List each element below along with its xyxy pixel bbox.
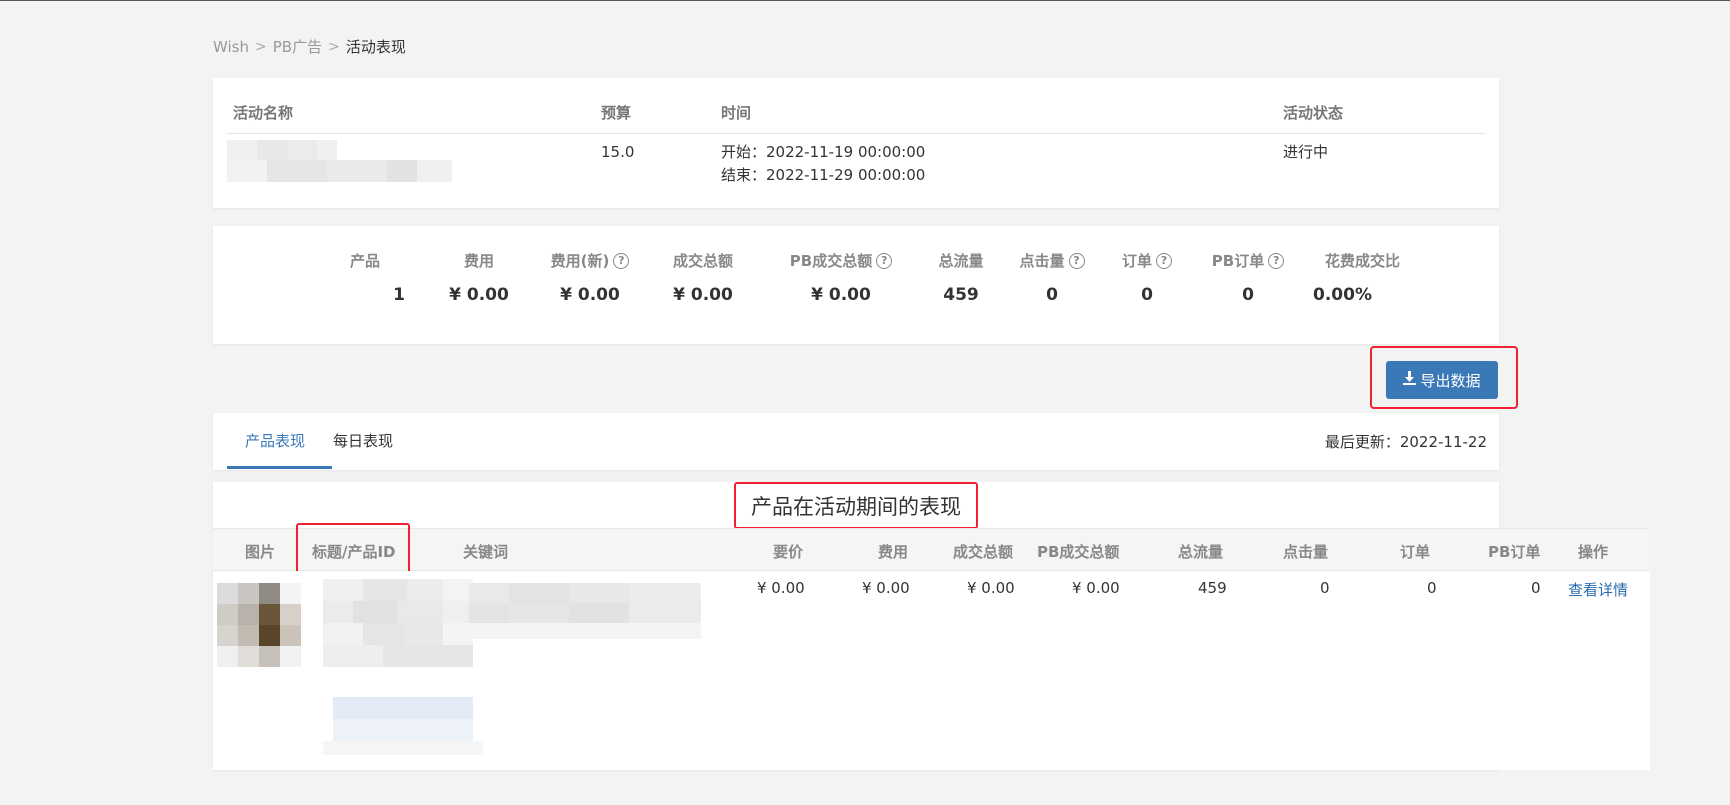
summary-traffic: 总流量 459 [921, 250, 1001, 305]
th-keywords: 关键词 [463, 543, 509, 561]
summary-pb-gmv: PB成交总额? ¥ 0.00 [771, 250, 911, 305]
help-icon[interactable]: ? [1068, 252, 1085, 269]
summary-label: PB订单 [1211, 252, 1265, 270]
campaign-start-time: 开始：2022-11-19 00:00:00 [721, 143, 926, 161]
summary-clicks: 点击量? 0 [1007, 250, 1097, 305]
summary-value: ¥ 0.00 [673, 285, 733, 305]
tab-daily-performance[interactable]: 每日表现 [333, 430, 393, 451]
summary-value: 0 [1046, 285, 1058, 305]
tabs-bar: 产品表现 每日表现 最后更新：2022-11-22 [213, 413, 1499, 470]
summary-label: 点击量 [1019, 252, 1065, 270]
divider [227, 133, 1485, 134]
summary-cost-new: 费用(新)? ¥ 0.00 [535, 250, 645, 305]
summary-label: 订单 [1121, 252, 1152, 270]
td-clicks: 0 [1320, 579, 1330, 597]
header-budget: 预算 [601, 104, 632, 122]
header-campaign-name: 活动名称 [233, 104, 294, 122]
highlight-box [296, 523, 410, 575]
summary-label: 产品 [349, 252, 380, 270]
view-details-link[interactable]: 查看详情 [1568, 579, 1628, 600]
th-cost: 费用 [878, 543, 909, 561]
campaign-info-card: 活动名称 预算 时间 活动状态 15.0 开始：2022-11-19 00:00… [213, 78, 1499, 208]
download-icon [1403, 371, 1417, 389]
summary-gmv: 成交总额 ¥ 0.00 [653, 250, 753, 305]
export-data-button[interactable]: 导出数据 [1386, 361, 1498, 399]
breadcrumb-separator: > [328, 38, 340, 55]
product-title-redacted [323, 579, 483, 769]
summary-value: 459 [943, 285, 979, 305]
help-icon[interactable]: ? [1268, 252, 1285, 269]
summary-value: 0 [1242, 285, 1254, 305]
keywords-redacted [469, 583, 701, 643]
summary-cost: 费用 ¥ 0.00 [429, 250, 529, 305]
last-update-text: 最后更新：2022-11-22 [1324, 433, 1487, 451]
td-cost: ¥ 0.00 [862, 579, 910, 597]
summary-label: 费用 [463, 252, 494, 270]
th-pb-orders: PB订单 [1488, 543, 1541, 561]
td-gmv: ¥ 0.00 [967, 579, 1015, 597]
th-image: 图片 [245, 543, 276, 561]
summary-value: ¥ 0.00 [560, 285, 620, 305]
active-tab-indicator [227, 466, 332, 469]
summary-value: 1 [393, 285, 405, 305]
summary-card: 产品 1 费用 ¥ 0.00 费用(新)? ¥ 0.00 成交总额 ¥ 0.00… [213, 226, 1499, 344]
th-action: 操作 [1578, 543, 1609, 561]
breadcrumb: Wish > PB广告 > 活动表现 [213, 36, 406, 57]
th-clicks: 点击量 [1283, 543, 1329, 561]
summary-label: 总流量 [938, 252, 984, 270]
breadcrumb-pb-ads[interactable]: PB广告 [273, 36, 322, 57]
table-row: ¥ 0.00 ¥ 0.00 ¥ 0.00 ¥ 0.00 459 0 0 0 查看… [213, 571, 1650, 770]
summary-pb-orders: PB订单? 0 [1198, 250, 1298, 305]
th-traffic: 总流量 [1178, 543, 1224, 561]
td-traffic: 459 [1198, 579, 1227, 597]
campaign-budget: 15.0 [601, 143, 635, 161]
th-gmv: 成交总额 [953, 543, 1014, 561]
header-status: 活动状态 [1283, 104, 1344, 122]
td-pb-orders: 0 [1531, 579, 1541, 597]
product-image[interactable] [217, 583, 301, 667]
table-header: 图片 标题/产品ID 关键词 要价 费用 成交总额 PB成交总额 总流量 点击量… [213, 528, 1650, 571]
summary-cost-ratio: 花费成交比 0.00% [1313, 250, 1423, 305]
breadcrumb-current: 活动表现 [345, 38, 406, 56]
th-pb-gmv: PB成交总额 [1037, 543, 1120, 561]
td-bid: ¥ 0.00 [757, 579, 805, 597]
summary-value: ¥ 0.00 [811, 285, 871, 305]
help-icon[interactable]: ? [876, 252, 893, 269]
summary-value: ¥ 0.00 [449, 285, 509, 305]
summary-label: 成交总额 [672, 252, 733, 270]
summary-value: 0.00% [1313, 285, 1372, 305]
help-icon[interactable]: ? [1156, 252, 1172, 269]
breadcrumb-separator: > [255, 38, 267, 55]
header-time: 时间 [721, 104, 752, 122]
summary-value: 0 [1141, 285, 1153, 305]
help-icon[interactable]: ? [613, 252, 630, 269]
summary-label: PB成交总额 [789, 252, 873, 270]
summary-label: 花费成交比 [1325, 252, 1401, 270]
td-pb-gmv: ¥ 0.00 [1072, 579, 1120, 597]
campaign-status: 进行中 [1283, 143, 1329, 161]
tab-product-performance[interactable]: 产品表现 [245, 430, 305, 451]
summary-products: 产品 1 [325, 250, 405, 305]
summary-orders: 订单? 0 [1107, 250, 1187, 305]
breadcrumb-wish[interactable]: Wish [213, 38, 249, 56]
td-orders: 0 [1427, 579, 1437, 597]
th-orders: 订单 [1400, 543, 1431, 561]
export-label: 导出数据 [1420, 371, 1481, 390]
table-title: 产品在活动期间的表现 [734, 482, 978, 529]
th-bid: 要价 [773, 543, 804, 561]
campaign-end-time: 结束：2022-11-29 00:00:00 [721, 166, 926, 184]
summary-label: 费用(新) [550, 252, 610, 270]
